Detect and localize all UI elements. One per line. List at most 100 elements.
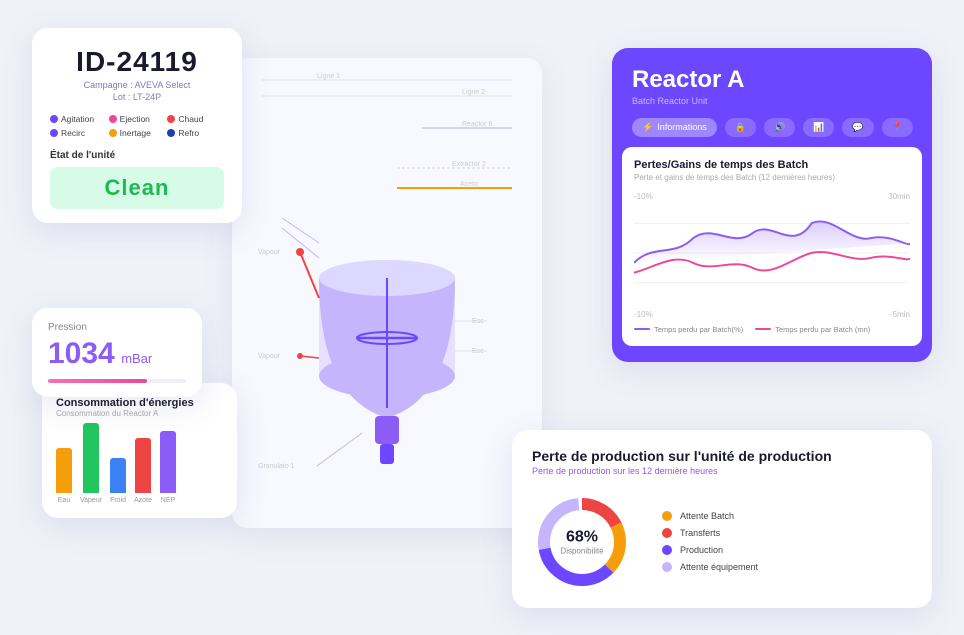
chat-icon: 💬 [852, 122, 863, 133]
svg-text:Extractor 2: Extractor 2 [452, 161, 486, 168]
legend-item-2: Temps perdu par Batch (mn) [755, 325, 870, 334]
state-label: État de l'unité [50, 150, 224, 161]
reactor-title: Reactor A [632, 66, 912, 94]
badge-inertage: Inertage [109, 128, 166, 138]
legend-item-1: Temps perdu par Batch(%) [634, 325, 743, 334]
pressure-label: Pression [48, 322, 186, 333]
dot-attente-equipement [662, 562, 672, 572]
legend-transferts: Transferts [662, 528, 758, 538]
svg-text:Granulato 1: Granulato 1 [258, 463, 295, 470]
refro-label: Refro [178, 128, 199, 138]
production-card: Perte de production sur l'unité de produ… [512, 430, 932, 608]
pressure-bar-fill [48, 379, 147, 383]
tab-informations-label: Informations [657, 122, 707, 132]
svg-text:Vapour: Vapour [258, 353, 281, 360]
y-axis-left-bottom: -10% [634, 310, 653, 319]
svg-text:Ligne 1: Ligne 1 [317, 73, 340, 80]
lot-label: Lot : LT-24P [50, 92, 224, 102]
legend-line-pink [755, 328, 771, 330]
tab-informations-icon: ⚡ [642, 122, 653, 133]
legend-production: Production [662, 545, 758, 555]
state-value: Clean [50, 167, 224, 209]
tab-sound[interactable]: 🔊 [764, 118, 795, 137]
tab-location[interactable]: 📍 [882, 118, 913, 137]
inertage-icon [109, 129, 117, 137]
y-axis-right-bottom: -5min [890, 310, 910, 319]
sound-icon: 🔊 [774, 122, 785, 133]
chart-y-axis-bottom: -10% -5min [634, 310, 910, 319]
energy-subtitle: Consommation du Reactor A [56, 409, 223, 418]
recirc-label: Recirc [61, 128, 85, 138]
label-attente-equipement: Attente équipement [680, 562, 758, 572]
ejection-icon [109, 115, 117, 123]
pressure-card: Pression 1034 mBar [32, 308, 202, 397]
bar-azote: Azote [134, 438, 152, 504]
label-attente-batch: Attente Batch [680, 511, 734, 521]
svg-text:Reactor 6: Reactor 6 [462, 121, 492, 128]
bar-vapeur-fill [83, 423, 99, 493]
lock-icon: 🔒 [735, 122, 746, 133]
svg-text:Ligne 2: Ligne 2 [462, 89, 485, 96]
svg-text:Aceto: Aceto [460, 181, 478, 188]
bar-froid-label: Froid [110, 497, 126, 504]
tab-lock[interactable]: 🔒 [725, 118, 756, 137]
refro-icon [167, 129, 175, 137]
badge-chaud: Chaud [167, 114, 224, 124]
inertage-label: Inertage [120, 128, 151, 138]
recirc-icon [50, 129, 58, 137]
badge-list: Agitation Ejection Chaud Recirc Inertage… [50, 114, 224, 138]
badge-ejection: Ejection [109, 114, 166, 124]
svg-text:Vapour: Vapour [258, 249, 281, 256]
chart-y-axis-top: -10% 30min [634, 192, 910, 201]
location-icon: 📍 [892, 122, 903, 133]
legend-label-1: Temps perdu par Batch(%) [654, 325, 743, 334]
campaign-label: Campagne : AVEVA Select [50, 80, 224, 90]
bar-vapeur: Vapeur [80, 423, 102, 504]
ejection-label: Ejection [120, 114, 150, 124]
chaud-icon [167, 115, 175, 123]
reactor-card: Reactor A Batch Reactor Unit ⚡ Informati… [612, 48, 932, 362]
badge-agitation: Agitation [50, 114, 107, 124]
production-legend: Attente Batch Transferts Production Atte… [662, 511, 758, 572]
pressure-reading: 1034 mBar [48, 337, 186, 371]
reactor-subtitle: Batch Reactor Unit [632, 96, 912, 106]
diagram-card: Ligne 1 Ligne 2 Reactor 6 Extractor 2 Ac… [232, 58, 542, 528]
donut-pct: 68% [560, 528, 603, 546]
bar-froid: Froid [110, 458, 126, 504]
bar-eau-fill [56, 448, 72, 493]
bar-eau: Eau [56, 448, 72, 504]
donut-center: 68% Disponibilité [560, 528, 603, 555]
agitation-icon [50, 115, 58, 123]
label-transferts: Transferts [680, 528, 720, 538]
chart-title: Pertes/Gains de temps des Batch [634, 159, 910, 171]
pressure-bar [48, 379, 186, 383]
bar-froid-fill [110, 458, 126, 493]
bar-nep: NEP [160, 431, 176, 504]
chart-legend: Temps perdu par Batch(%) Temps perdu par… [634, 325, 910, 334]
main-scene: ID-24119 Campagne : AVEVA Select Lot : L… [32, 18, 932, 618]
energy-bar-chart: Eau Vapeur Froid Azote NEP [56, 428, 223, 508]
bar-nep-label: NEP [161, 497, 175, 504]
bar-eau-label: Eau [58, 497, 70, 504]
dot-attente-batch [662, 511, 672, 521]
badge-refro: Refro [167, 128, 224, 138]
y-axis-left-top: -10% [634, 192, 653, 201]
legend-line-purple [634, 328, 650, 330]
legend-attente-equipement: Attente équipement [662, 562, 758, 572]
tab-informations[interactable]: ⚡ Informations [632, 118, 717, 137]
production-title: Perte de production sur l'unité de produ… [532, 448, 912, 464]
donut-label: Disponibilité [560, 546, 603, 555]
id-title: ID-24119 [50, 46, 224, 78]
dot-production [662, 545, 672, 555]
id-card: ID-24119 Campagne : AVEVA Select Lot : L… [32, 28, 242, 223]
tab-chat[interactable]: 💬 [842, 118, 873, 137]
bar-vapeur-label: Vapeur [80, 497, 102, 504]
chaud-label: Chaud [178, 114, 203, 124]
bar-azote-fill [135, 438, 151, 493]
chart-icon: 📊 [813, 122, 824, 133]
line-chart-svg [634, 203, 910, 303]
tab-chart[interactable]: 📊 [803, 118, 834, 137]
y-axis-right-top: 30min [888, 192, 910, 201]
legend-label-2: Temps perdu par Batch (mn) [775, 325, 870, 334]
bar-nep-fill [160, 431, 176, 493]
